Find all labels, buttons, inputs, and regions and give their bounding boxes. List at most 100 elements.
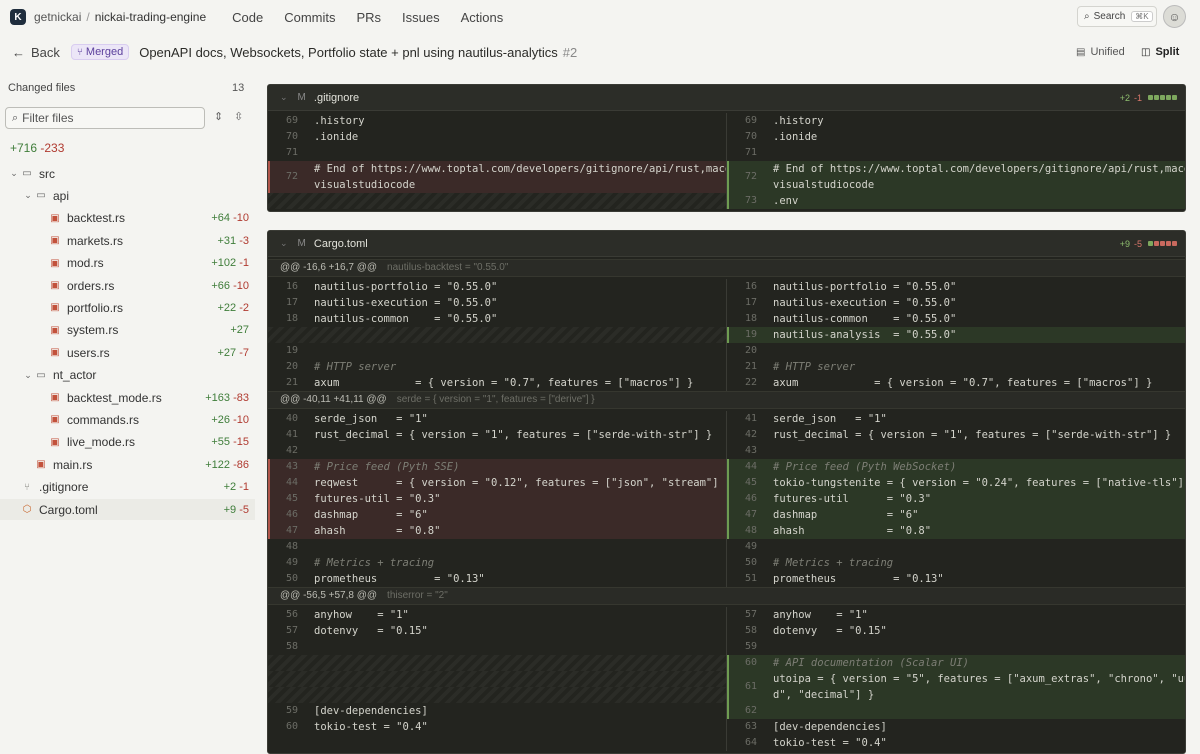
user-avatar[interactable]: ☺ xyxy=(1163,5,1186,28)
file-additions: +9 xyxy=(223,503,237,516)
file-header[interactable]: ⌄ M .gitignore +2 -1 xyxy=(268,85,1185,111)
file-deletions: -5 xyxy=(1133,238,1142,249)
code-comment: # HTTP server xyxy=(773,361,856,373)
chevron-down-icon: ⌄ xyxy=(24,369,32,380)
collapse-all-icon[interactable]: ⇳ xyxy=(234,110,243,123)
code-line: nautilus-common = "0.55.0" xyxy=(773,313,957,325)
view-split-button[interactable]: ◫ Split xyxy=(1135,42,1185,62)
nav-issues[interactable]: Issues xyxy=(402,10,440,25)
rust-file-icon: ▣ xyxy=(50,302,60,314)
file-additions: +22 xyxy=(217,301,237,314)
file-item[interactable]: ▣ system.rs +27 xyxy=(0,320,255,341)
file-additions: +27 xyxy=(217,346,237,359)
split-icon: ◫ xyxy=(1141,46,1151,58)
file-status: M xyxy=(297,238,306,249)
file-item[interactable]: ▣ orders.rs +66 -10 xyxy=(0,275,255,296)
search-label: Search xyxy=(1093,11,1126,22)
file-item[interactable]: ▣ mod.rs +102 -1 xyxy=(0,253,255,274)
nav-actions[interactable]: Actions xyxy=(461,10,504,25)
code-comment: # API documentation (Scalar UI) xyxy=(773,657,969,669)
file-item[interactable]: ▣ main.rs +122 -86 xyxy=(0,454,255,475)
file-stats: +27 xyxy=(230,324,249,336)
line-number: 16 xyxy=(744,281,757,292)
hunk-range: @@ -56,5 +57,8 @@ xyxy=(280,590,378,601)
back-button[interactable]: ← Back xyxy=(12,45,60,60)
code-line: # Price feed (Pyth SSE) xyxy=(314,459,459,475)
diff-panel: ⌄ M .gitignore +2 -1 69 .history 70 .ionide 71 72 #… xyxy=(267,84,1186,754)
code-line: .ionide xyxy=(314,131,359,143)
folder-item[interactable]: ⌄ ▭ src xyxy=(0,163,255,184)
code-line: reqwest = { version = "0.12", features =… xyxy=(314,477,732,489)
repo-logo-icon[interactable]: K xyxy=(10,9,26,25)
line-number: 20 xyxy=(744,345,757,356)
nav-code[interactable]: Code xyxy=(232,10,263,25)
file-deletions: -10 xyxy=(230,279,249,292)
file-item[interactable]: ▣ users.rs +27 -7 xyxy=(0,342,255,363)
file-item[interactable]: ▣ commands.rs +26 -10 xyxy=(0,409,255,430)
line-number: 45 xyxy=(285,493,298,504)
line-number: 64 xyxy=(744,737,757,748)
repo-owner[interactable]: getnickai xyxy=(34,10,81,24)
file-item[interactable]: ⬡ Cargo.toml +9 -5 xyxy=(0,499,255,520)
split-divider xyxy=(726,113,727,209)
chevron-down-icon[interactable]: ⌄ xyxy=(280,238,288,249)
search-icon: ⌕ xyxy=(12,111,19,124)
file-item[interactable]: ▣ markets.rs +31 -3 xyxy=(0,230,255,251)
hunk-range: @@ -40,11 +41,11 @@ xyxy=(280,394,387,405)
status-label: Merged xyxy=(85,46,124,58)
chevron-down-icon: ⌄ xyxy=(24,190,32,201)
file-name: api xyxy=(53,188,70,203)
expand-all-icon[interactable]: ⇕ xyxy=(214,110,223,123)
line-number: 59 xyxy=(744,641,757,652)
file-deletions: -15 xyxy=(230,436,249,449)
filter-field[interactable]: ⌕ xyxy=(5,107,205,129)
line-number: 69 xyxy=(285,115,298,126)
file-item[interactable]: ⑂ .gitignore +2 -1 xyxy=(0,477,255,498)
code-line: serde_json = "1" xyxy=(314,413,428,425)
line-number: 56 xyxy=(285,609,298,620)
split-divider xyxy=(726,411,727,587)
diffstat-square xyxy=(1154,241,1159,246)
folder-item[interactable]: ⌄ ▭ api xyxy=(0,185,255,206)
file-item[interactable]: ▣ live_mode.rs +55 -15 xyxy=(0,432,255,453)
line-number: 17 xyxy=(744,297,757,308)
status-badge: ⑂ Merged xyxy=(70,44,130,60)
nav-prs[interactable]: PRs xyxy=(356,10,381,25)
file-item[interactable]: ▣ portfolio.rs +22 -2 xyxy=(0,297,255,318)
file-name: Cargo.toml xyxy=(39,502,98,517)
nav-commits[interactable]: Commits xyxy=(284,10,335,25)
file-item[interactable]: ▣ backtest_mode.rs +163 -83 xyxy=(0,387,255,408)
diffstat-square xyxy=(1160,95,1165,100)
file-name: src xyxy=(39,166,55,181)
hunk-header[interactable]: @@ -56,5 +57,8 @@ thiserror = "2" xyxy=(268,587,1185,605)
hunk-header[interactable]: @@ -40,11 +41,11 @@ serde = { version = "… xyxy=(268,391,1185,409)
filter-input[interactable] xyxy=(22,111,193,125)
code-line: .history xyxy=(314,115,365,127)
line-number: 45 xyxy=(744,477,757,488)
file-header[interactable]: ⌄ M Cargo.toml +9 -5 xyxy=(268,231,1185,257)
hunk-context: nautilus-backtest = "0.55.0" xyxy=(387,262,509,273)
folder-item[interactable]: ⌄ ▭ nt_actor xyxy=(0,365,255,386)
code-line: rust_decimal = { version = "1", features… xyxy=(314,429,713,441)
chevron-down-icon[interactable]: ⌄ xyxy=(280,92,288,103)
line-number: 69 xyxy=(744,115,757,126)
file-diffstat: +2 -1 xyxy=(1120,93,1177,103)
view-unified-label: Unified xyxy=(1090,46,1125,58)
file-stats: +26 -10 xyxy=(211,414,249,426)
code-line: tokio-tungstenite = { version = "0.24", … xyxy=(773,477,1186,489)
search-button[interactable]: ⌕ Search ⌘K xyxy=(1077,6,1157,27)
code-line: nautilus-analysis = "0.55.0" xyxy=(773,329,957,341)
file-deletions: -3 xyxy=(236,234,249,247)
repo-name[interactable]: nickai-trading-engine xyxy=(95,10,206,24)
hunk-header[interactable]: @@ -16,6 +16,7 @@ nautilus-backtest = "0.… xyxy=(268,259,1185,277)
search-shortcut: ⌘K xyxy=(1131,11,1153,22)
file-stats: +22 -2 xyxy=(217,302,249,314)
file-item[interactable]: ▣ backtest.rs +64 -10 xyxy=(0,208,255,229)
diff-line xyxy=(268,539,727,555)
view-unified-button[interactable]: ▤ Unified xyxy=(1070,42,1131,62)
line-number: 73 xyxy=(744,195,757,206)
diff-line xyxy=(268,193,727,209)
code-line: futures-util = "0.3" xyxy=(314,493,441,505)
changed-files-label: Changed files xyxy=(8,82,76,94)
diffstat-square xyxy=(1148,95,1153,100)
